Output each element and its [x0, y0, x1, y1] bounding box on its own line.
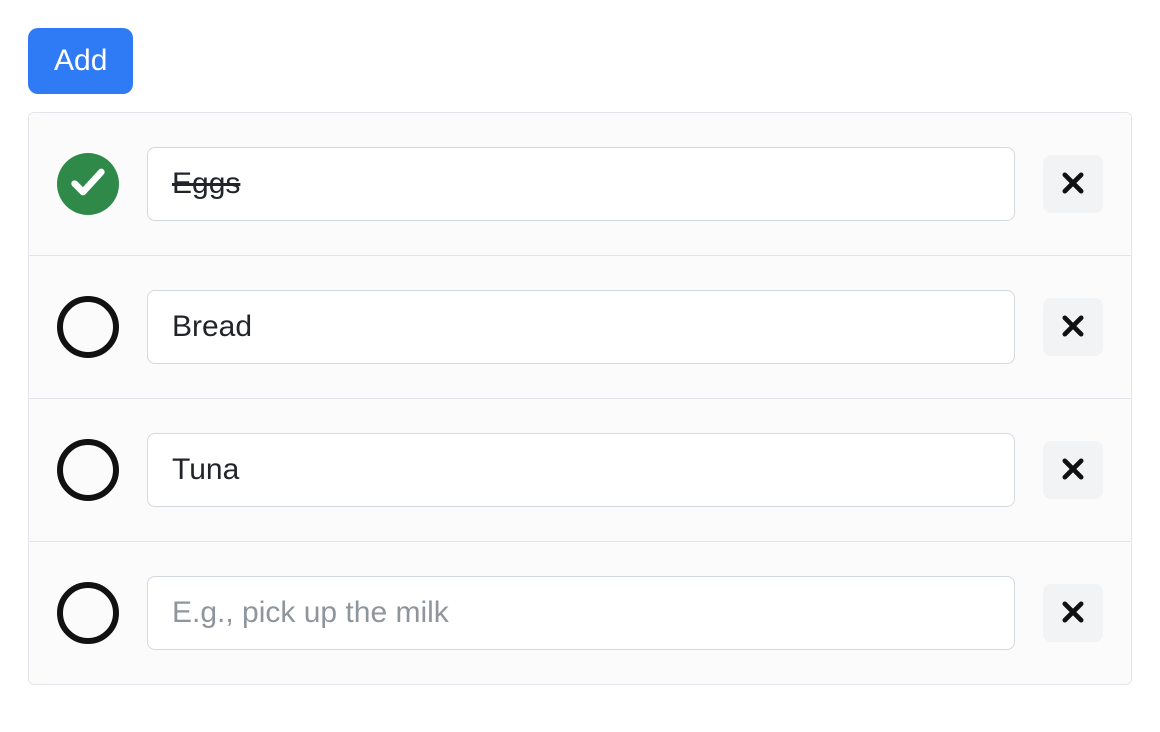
close-icon: [1059, 455, 1087, 486]
checkbox-unchecked[interactable]: [57, 439, 119, 501]
close-icon: [1059, 169, 1087, 200]
list-item: [29, 113, 1131, 256]
checkbox-unchecked[interactable]: [57, 582, 119, 644]
item-text-input[interactable]: [147, 290, 1015, 364]
remove-button[interactable]: [1043, 298, 1103, 356]
list-item: [29, 256, 1131, 399]
add-button[interactable]: Add: [28, 28, 133, 94]
item-text-input[interactable]: [147, 147, 1015, 221]
todo-list: [28, 112, 1132, 685]
close-icon: [1059, 598, 1087, 629]
list-item: [29, 542, 1131, 684]
remove-button[interactable]: [1043, 584, 1103, 642]
checkbox-checked[interactable]: [57, 153, 119, 215]
item-text-input[interactable]: [147, 433, 1015, 507]
remove-button[interactable]: [1043, 441, 1103, 499]
remove-button[interactable]: [1043, 155, 1103, 213]
item-text-input[interactable]: [147, 576, 1015, 650]
checkbox-unchecked[interactable]: [57, 296, 119, 358]
close-icon: [1059, 312, 1087, 343]
check-icon: [68, 162, 108, 206]
list-item: [29, 399, 1131, 542]
